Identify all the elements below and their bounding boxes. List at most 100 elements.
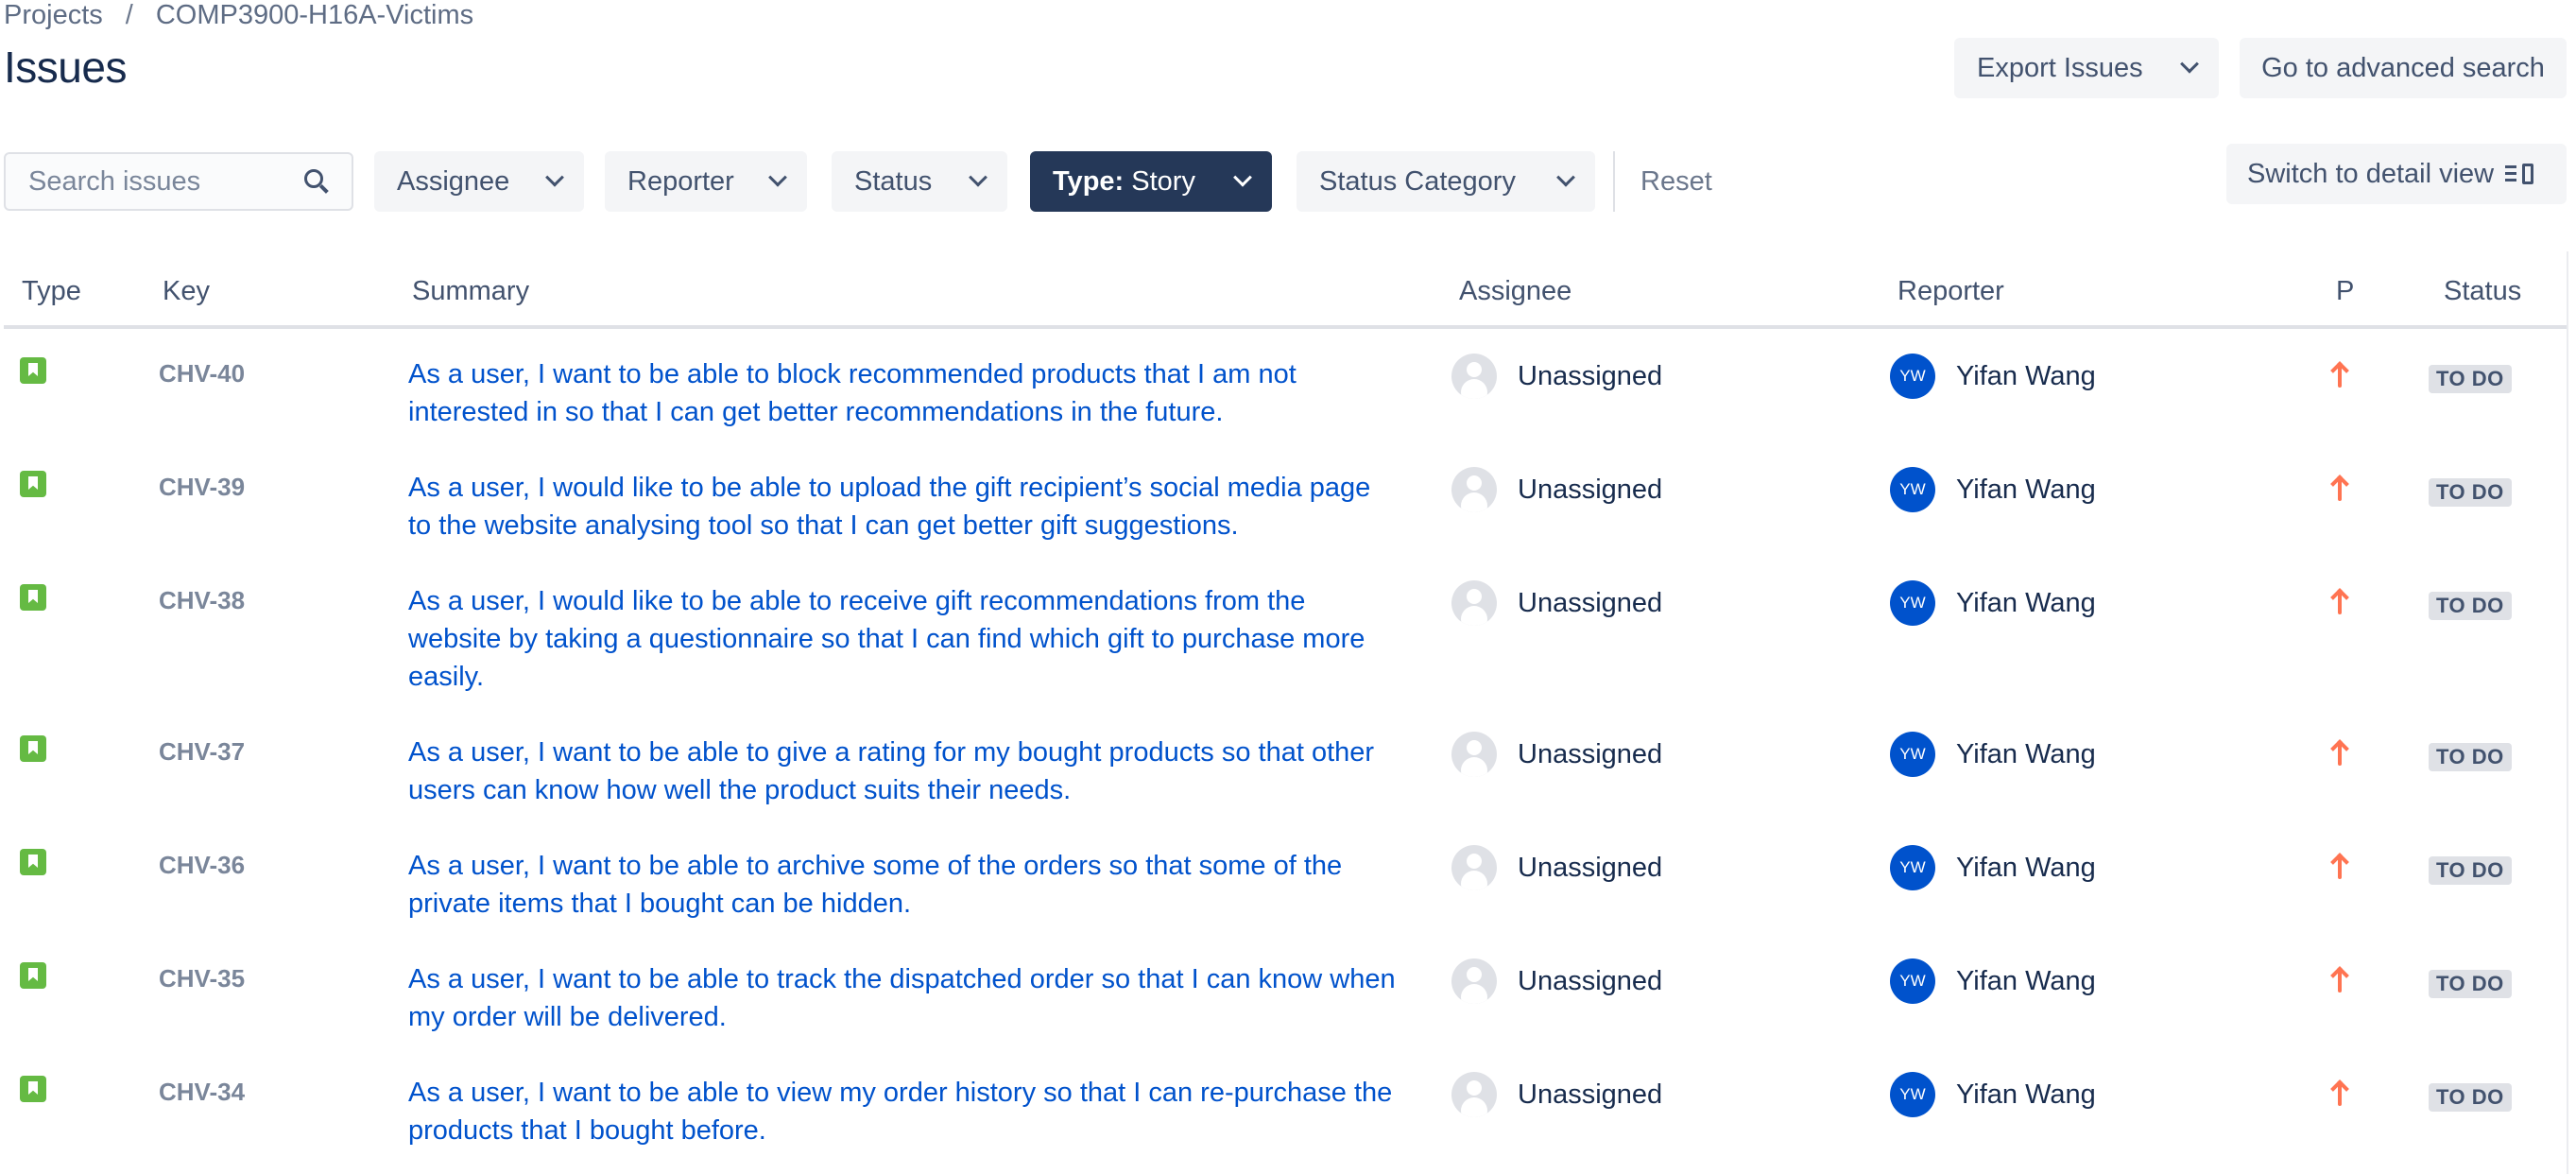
issue-key[interactable]: CHV-39 bbox=[159, 473, 245, 502]
reporter-cell: YW Yifan Wang bbox=[1890, 1072, 2096, 1117]
issue-key[interactable]: CHV-35 bbox=[159, 964, 245, 993]
priority-high-icon bbox=[2330, 1079, 2349, 1108]
assignee-name: Unassigned bbox=[1518, 360, 1663, 391]
status-badge: TO DO bbox=[2429, 1083, 2512, 1112]
priority-high-icon bbox=[2330, 853, 2349, 881]
column-header-assignee[interactable]: Assignee bbox=[1459, 276, 1571, 307]
reporter-cell: YW Yifan Wang bbox=[1890, 580, 2096, 626]
table-row[interactable]: CHV-40 As a user, I want to be able to b… bbox=[4, 329, 2568, 442]
table-header: Type Key Summary Assignee Reporter P Sta… bbox=[4, 251, 2568, 329]
type-filter-button[interactable]: Type: Story bbox=[1030, 151, 1272, 212]
priority-high-icon bbox=[2330, 966, 2349, 994]
table-scrollbar[interactable] bbox=[2567, 251, 2568, 1174]
search-issues-field bbox=[4, 152, 353, 211]
issue-key[interactable]: CHV-40 bbox=[159, 359, 245, 388]
table-row[interactable]: CHV-34 As a user, I want to be able to v… bbox=[4, 1047, 2568, 1161]
assignee-name: Unassigned bbox=[1518, 852, 1663, 883]
status-badge: TO DO bbox=[2429, 856, 2512, 885]
column-header-priority[interactable]: P bbox=[2336, 276, 2354, 307]
status-category-filter-button[interactable]: Status Category bbox=[1297, 151, 1595, 212]
avatar: YW bbox=[1890, 354, 1935, 399]
assignee-filter-label: Assignee bbox=[397, 165, 510, 197]
chevron-down-icon bbox=[768, 167, 787, 187]
search-icon[interactable] bbox=[304, 169, 329, 194]
priority-high-icon bbox=[2330, 588, 2349, 616]
unassigned-avatar-icon bbox=[1451, 732, 1497, 777]
column-header-reporter[interactable]: Reporter bbox=[1898, 276, 2004, 307]
filter-divider bbox=[1613, 151, 1615, 212]
column-header-status[interactable]: Status bbox=[2444, 276, 2521, 307]
status-badge: TO DO bbox=[2429, 478, 2512, 507]
table-row[interactable]: CHV-36 As a user, I want to be able to a… bbox=[4, 820, 2568, 934]
story-icon bbox=[20, 471, 46, 497]
unassigned-avatar-icon bbox=[1451, 354, 1497, 399]
issue-summary-link[interactable]: As a user, I want to be able to track th… bbox=[408, 960, 1400, 1036]
chevron-down-icon bbox=[1233, 167, 1252, 187]
issue-key[interactable]: CHV-34 bbox=[159, 1078, 245, 1107]
breadcrumb-separator: / bbox=[125, 0, 133, 30]
breadcrumb-project-link[interactable]: COMP3900-H16A-Victims bbox=[156, 0, 473, 30]
advanced-search-button[interactable]: Go to advanced search bbox=[2240, 38, 2567, 98]
priority-high-icon bbox=[2330, 361, 2349, 389]
table-row[interactable]: CHV-38 As a user, I would like to be abl… bbox=[4, 556, 2568, 707]
assignee-name: Unassigned bbox=[1518, 474, 1663, 505]
breadcrumb-projects-link[interactable]: Projects bbox=[4, 0, 103, 30]
reporter-name: Yifan Wang bbox=[1956, 587, 2096, 618]
priority-high-icon bbox=[2330, 475, 2349, 503]
reporter-name: Yifan Wang bbox=[1956, 474, 2096, 505]
export-issues-button[interactable]: Export Issues bbox=[1954, 38, 2219, 98]
reporter-name: Yifan Wang bbox=[1956, 852, 2096, 883]
issue-summary-link[interactable]: As a user, I want to be able to block re… bbox=[408, 355, 1400, 431]
advanced-search-label: Go to advanced search bbox=[2261, 52, 2545, 83]
reporter-cell: YW Yifan Wang bbox=[1890, 958, 2096, 1004]
status-filter-button[interactable]: Status bbox=[832, 151, 1007, 212]
story-icon bbox=[20, 849, 46, 875]
table-row[interactable]: CHV-35 As a user, I want to be able to t… bbox=[4, 934, 2568, 1047]
status-category-filter-label: Status Category bbox=[1319, 165, 1516, 197]
story-icon bbox=[20, 357, 46, 384]
assignee-filter-button[interactable]: Assignee bbox=[374, 151, 584, 212]
issue-summary-link[interactable]: As a user, I want to be able to give a r… bbox=[408, 734, 1400, 809]
search-input[interactable] bbox=[28, 165, 293, 198]
reporter-filter-label: Reporter bbox=[627, 165, 734, 197]
switch-detail-view-label: Switch to detail view bbox=[2247, 158, 2495, 189]
assignee-cell: Unassigned bbox=[1451, 580, 1662, 626]
reporter-name: Yifan Wang bbox=[1956, 738, 2096, 769]
reset-button[interactable]: Reset bbox=[1640, 151, 1712, 212]
priority-high-icon bbox=[2330, 739, 2349, 768]
breadcrumb: Projects / COMP3900-H16A-Victims bbox=[4, 0, 473, 34]
reporter-name: Yifan Wang bbox=[1956, 965, 2096, 996]
issue-summary-link[interactable]: As a user, I would like to be able to re… bbox=[408, 582, 1400, 696]
column-header-summary[interactable]: Summary bbox=[412, 276, 529, 307]
table-row[interactable]: CHV-37 As a user, I want to be able to g… bbox=[4, 707, 2568, 820]
issue-summary-link[interactable]: As a user, I want to be able to view my … bbox=[408, 1074, 1400, 1149]
issue-summary-link[interactable]: As a user, I want to be able to archive … bbox=[408, 847, 1400, 923]
reporter-cell: YW Yifan Wang bbox=[1890, 732, 2096, 777]
table-row[interactable]: CHV-39 As a user, I would like to be abl… bbox=[4, 442, 2568, 556]
status-badge: TO DO bbox=[2429, 970, 2512, 998]
issue-key[interactable]: CHV-36 bbox=[159, 851, 245, 880]
export-issues-label: Export Issues bbox=[1977, 52, 2143, 83]
story-icon bbox=[20, 1076, 46, 1102]
unassigned-avatar-icon bbox=[1451, 580, 1497, 626]
switch-detail-view-button[interactable]: Switch to detail view bbox=[2226, 144, 2567, 204]
reporter-filter-button[interactable]: Reporter bbox=[605, 151, 807, 212]
issue-key[interactable]: CHV-37 bbox=[159, 737, 245, 767]
column-header-type[interactable]: Type bbox=[22, 276, 81, 307]
assignee-cell: Unassigned bbox=[1451, 732, 1662, 777]
assignee-name: Unassigned bbox=[1518, 738, 1663, 769]
column-header-key[interactable]: Key bbox=[163, 276, 210, 307]
assignee-cell: Unassigned bbox=[1451, 467, 1662, 512]
chevron-down-icon bbox=[2180, 54, 2199, 74]
story-icon bbox=[20, 584, 46, 611]
reporter-cell: YW Yifan Wang bbox=[1890, 467, 2096, 512]
issue-summary-link[interactable]: As a user, I would like to be able to up… bbox=[408, 469, 1400, 544]
unassigned-avatar-icon bbox=[1451, 1072, 1497, 1117]
issue-key[interactable]: CHV-38 bbox=[159, 586, 245, 615]
story-icon bbox=[20, 735, 46, 762]
type-filter-label: Type: bbox=[1053, 165, 1125, 197]
status-badge: TO DO bbox=[2429, 365, 2512, 393]
assignee-name: Unassigned bbox=[1518, 1079, 1663, 1110]
avatar: YW bbox=[1890, 958, 1935, 1004]
assignee-name: Unassigned bbox=[1518, 587, 1663, 618]
